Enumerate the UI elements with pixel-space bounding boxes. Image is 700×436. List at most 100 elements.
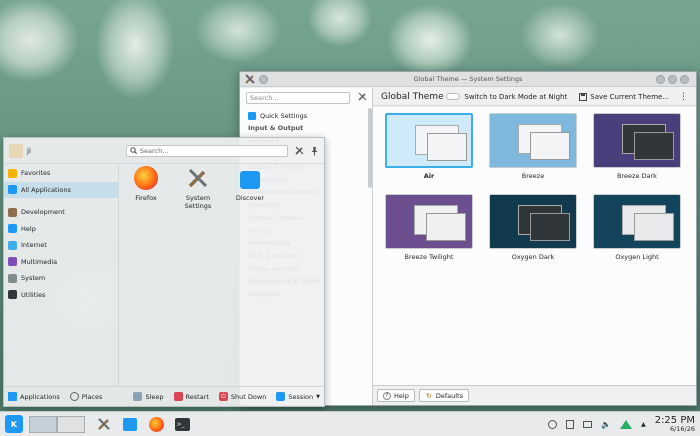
applications-icon — [8, 392, 17, 401]
kde-launcher-icon[interactable]: K — [5, 415, 23, 433]
clock-date: 6/16/26 — [669, 424, 695, 433]
theme-preview — [489, 194, 577, 249]
category-item[interactable]: Development — [4, 204, 118, 221]
app-label: Firefox — [135, 194, 157, 202]
hamburger-menu-icon[interactable] — [356, 90, 368, 102]
configure-icon[interactable] — [293, 145, 305, 157]
taskbar-terminal-icon[interactable]: >_ — [171, 414, 193, 434]
utilities-icon — [8, 290, 17, 300]
applications-tab[interactable]: Applications — [8, 392, 60, 401]
theme-name: Breeze Dark — [617, 172, 657, 180]
category-item[interactable]: Help — [4, 221, 118, 238]
save-theme-button[interactable]: Save Current Theme... — [590, 93, 669, 101]
sidebar-item-label: Quick Settings — [260, 111, 308, 120]
sleep-icon — [133, 392, 143, 401]
shutdown-label: Shut Down — [230, 392, 267, 401]
grid-icon — [8, 185, 17, 195]
shutdown-button[interactable]: ⏻ Shut Down — [218, 392, 267, 401]
app-label: System Settings — [184, 194, 212, 210]
tray-settings-icon[interactable] — [548, 419, 558, 429]
category-item[interactable]: Favorites — [4, 165, 118, 182]
theme-preview — [593, 194, 681, 249]
preview-window — [427, 133, 467, 161]
restart-icon — [173, 392, 183, 401]
tray-network-icon[interactable] — [620, 419, 633, 429]
tray-volume-icon[interactable]: 🔈 — [601, 420, 611, 429]
defaults-icon: ↻ — [425, 391, 432, 400]
star-icon — [8, 168, 17, 178]
window-titlebar[interactable]: Global Theme — System Settings — [240, 72, 696, 87]
system-icon — [8, 273, 17, 283]
category-label: Multimedia — [21, 257, 58, 266]
defaults-button[interactable]: ↻ Defaults — [418, 389, 469, 402]
category-label: All Applications — [21, 185, 71, 194]
sleep-label: Sleep — [145, 392, 164, 401]
sidebar-scrollbar[interactable] — [368, 108, 372, 188]
discover-icon — [238, 166, 262, 190]
taskbar-discover-icon[interactable] — [119, 414, 141, 434]
preview-window — [426, 213, 466, 241]
tray-battery-icon[interactable] — [583, 420, 593, 428]
theme-preview — [385, 113, 473, 168]
system-settings-icon — [186, 166, 210, 190]
desktop-1[interactable] — [29, 415, 57, 433]
theme-preview — [593, 113, 681, 168]
app-grid: Firefox System Settings Discover — [124, 166, 272, 210]
category-item[interactable]: Utilities — [4, 287, 118, 304]
help-button[interactable]: ? Help — [377, 389, 415, 402]
tray-clipboard-icon[interactable] — [566, 419, 575, 429]
settings-search-input[interactable]: Search... — [246, 92, 350, 104]
theme-card[interactable]: Air — [385, 113, 473, 180]
sleep-button[interactable]: Sleep — [133, 392, 164, 401]
sidebar-item[interactable]: Quick Settings — [240, 109, 372, 122]
taskbar-firefox-icon[interactable] — [145, 414, 167, 434]
app-tile[interactable]: System Settings — [176, 166, 220, 210]
category-label: Help — [21, 224, 36, 233]
category-item[interactable]: Internet — [4, 237, 118, 254]
dark-mode-toggle[interactable] — [446, 93, 461, 100]
digital-clock[interactable]: 2:25 PM 6/16/26 — [655, 415, 695, 433]
category-label: Utilities — [21, 290, 46, 299]
app-tile[interactable]: Firefox — [124, 166, 168, 210]
theme-card[interactable]: Breeze Twilight — [385, 194, 473, 261]
places-tab[interactable]: Places — [69, 392, 103, 401]
settings-main: Global Theme Switch to Dark Mode at Nigh… — [373, 88, 696, 405]
session-label: Session — [288, 392, 314, 401]
theme-card[interactable]: Oxygen Light — [593, 194, 681, 261]
save-icon — [579, 92, 588, 101]
code-icon — [8, 207, 17, 217]
help-button-label: Help — [394, 391, 409, 400]
help-icon — [8, 224, 17, 234]
theme-name: Air — [423, 172, 435, 180]
preview-window — [530, 132, 570, 160]
theme-card[interactable]: Breeze — [489, 113, 577, 180]
dark-mode-label: Switch to Dark Mode at Night — [464, 92, 568, 101]
category-item[interactable]: Multimedia — [4, 254, 118, 271]
app-tile[interactable]: Discover — [228, 166, 272, 210]
overflow-menu-icon[interactable]: ⋮ — [679, 92, 688, 102]
category-label: Favorites — [21, 169, 51, 178]
shutdown-icon: ⏻ — [218, 392, 228, 401]
user-name: ji — [27, 146, 31, 155]
sidebar-item-label: Input & Output — [248, 124, 304, 132]
app-label: Discover — [235, 194, 265, 202]
search-icon — [130, 147, 137, 154]
places-icon — [69, 392, 79, 401]
tray-expand-icon[interactable]: ▲ — [641, 421, 646, 428]
restart-label: Restart — [185, 392, 209, 401]
system-tray: 🔈 ▲ 2:25 PM 6/16/26 — [548, 415, 695, 433]
theme-card[interactable]: Oxygen Dark — [489, 194, 577, 261]
user-avatar[interactable] — [9, 143, 23, 158]
theme-card[interactable]: Breeze Dark — [593, 113, 681, 180]
quick-settings-icon — [248, 111, 256, 120]
category-item[interactable]: All Applications — [4, 181, 118, 198]
desktop-2[interactable] — [57, 415, 85, 433]
category-item[interactable]: System — [4, 270, 118, 287]
multimedia-icon — [8, 257, 17, 267]
session-button[interactable]: Session ▼ — [276, 392, 320, 401]
launcher-search-input[interactable]: Search... — [125, 144, 288, 157]
places-tab-label: Places — [81, 392, 103, 401]
restart-button[interactable]: Restart — [173, 392, 209, 401]
pin-icon[interactable] — [309, 145, 319, 157]
taskbar-system-settings-icon[interactable] — [93, 414, 115, 434]
